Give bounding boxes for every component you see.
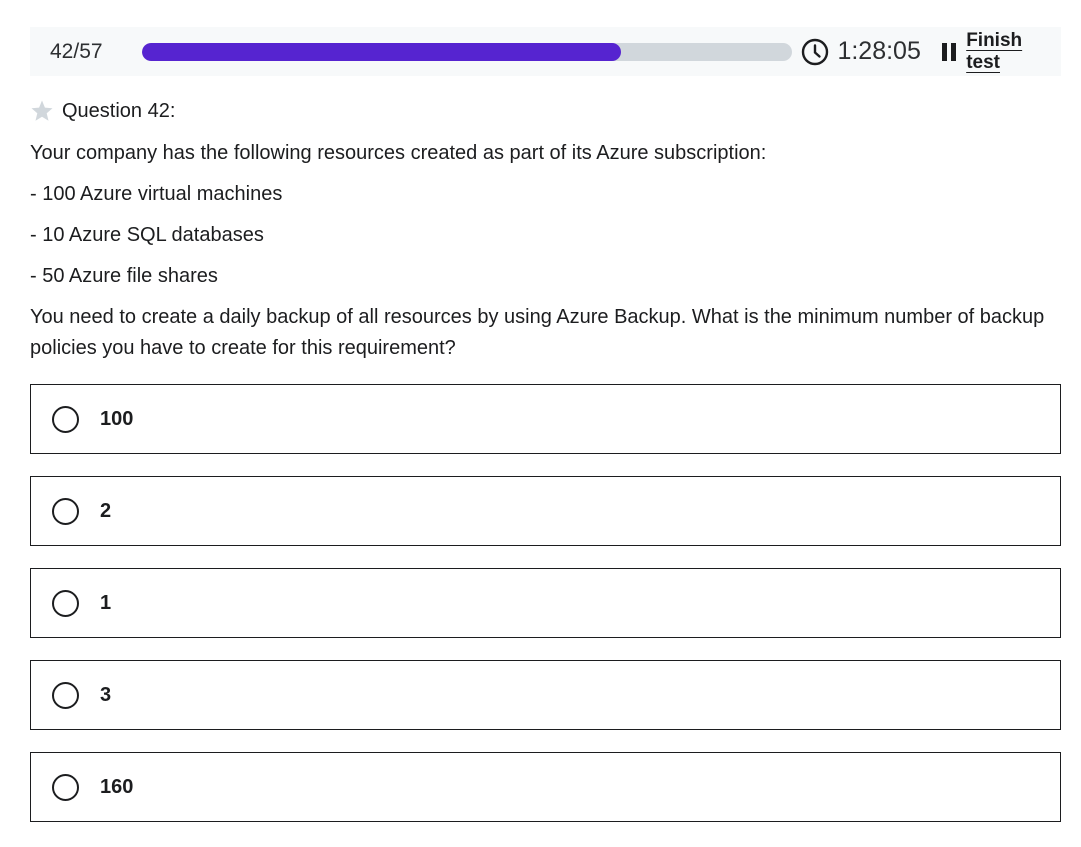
answer-option[interactable]: 1 [30, 568, 1061, 638]
question-bullet-fileshares: - 50 Azure file shares [30, 265, 218, 287]
quiz-header-bar: 42/57 1:28:05 Finish test [30, 27, 1061, 76]
question-bullet-sql: - 10 Azure SQL databases [30, 224, 264, 246]
answer-option[interactable]: 100 [30, 384, 1061, 454]
clock-icon [801, 38, 829, 66]
pause-icon [942, 42, 948, 61]
question-counter: 42/57 [50, 39, 103, 63]
answer-option[interactable]: 2 [30, 476, 1061, 546]
answer-option-label: 100 [100, 407, 134, 430]
star-icon[interactable] [30, 99, 54, 123]
radio-button[interactable] [52, 497, 79, 525]
question-task: You need to create a daily backup of all… [30, 306, 1045, 359]
answer-option[interactable]: 3 [30, 660, 1061, 730]
question-bullet-vms: - 100 Azure virtual machines [30, 183, 283, 205]
pause-icon-bar [951, 42, 957, 61]
progress-bar [141, 42, 793, 61]
radio-button[interactable] [52, 773, 79, 801]
answer-option-label: 160 [100, 775, 134, 798]
finish-test-link[interactable]: Finish test [966, 30, 1061, 74]
question-header: Question 42: [30, 98, 175, 124]
pause-button[interactable] [935, 38, 963, 66]
question-intro: Your company has the following resources… [30, 142, 767, 164]
radio-button[interactable] [52, 405, 79, 433]
timer-display: 1:28:05 [837, 37, 921, 65]
radio-button[interactable] [52, 589, 79, 617]
answer-option-label: 1 [100, 591, 112, 614]
answer-option[interactable]: 160 [30, 752, 1061, 822]
question-number-label: Question 42: [62, 99, 176, 122]
progress-bar-fill [141, 42, 622, 61]
radio-button[interactable] [52, 681, 79, 709]
answer-option-label: 2 [100, 499, 112, 522]
answer-option-label: 3 [100, 683, 112, 706]
